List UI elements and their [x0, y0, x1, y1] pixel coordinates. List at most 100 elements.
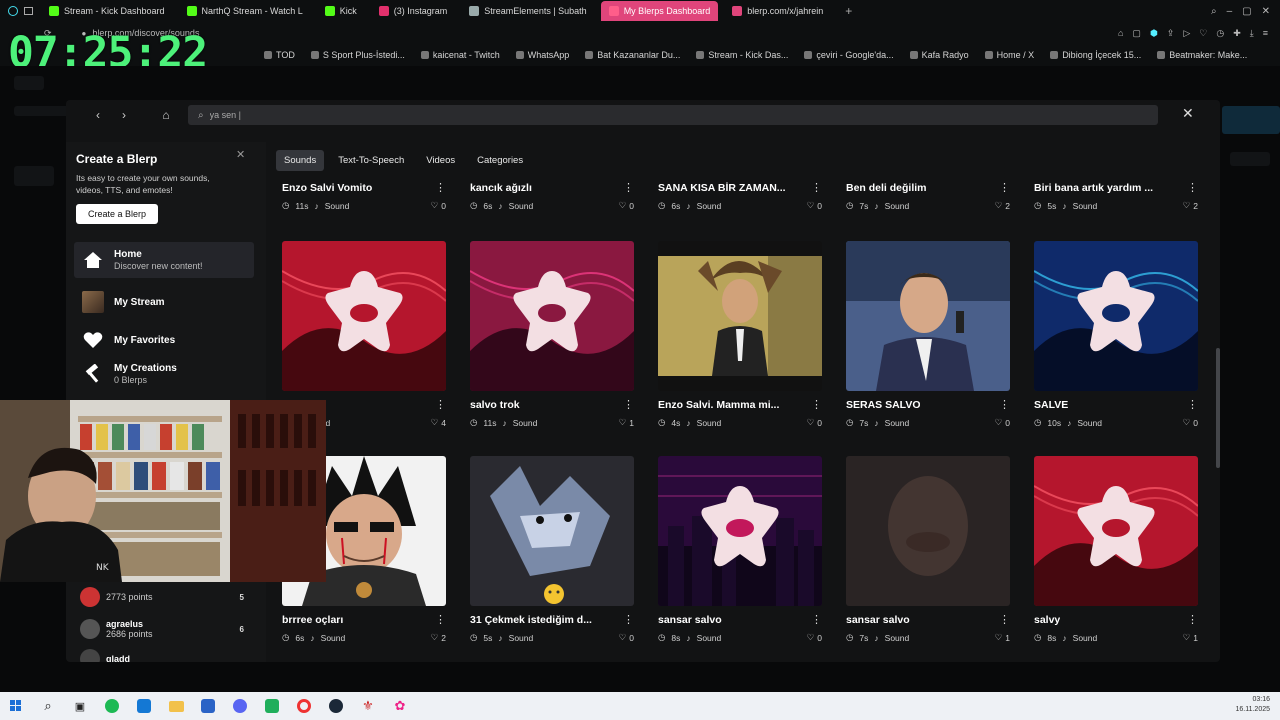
- sound-card[interactable]: Enzo Salvi. Mamma mi... ⋮ ◷ 4s ♪ Sound ♡ 0: [658, 241, 822, 428]
- more-options-icon[interactable]: ⋮: [811, 615, 822, 626]
- share-icon[interactable]: ⇪: [1167, 28, 1175, 39]
- heart-outline-icon[interactable]: ♡: [995, 632, 1003, 643]
- card-title[interactable]: Enzo Salvi. Mamma mi...: [658, 399, 779, 411]
- bookmark-item[interactable]: çeviri - Google'da...: [804, 50, 894, 60]
- minimize-icon[interactable]: –: [1227, 6, 1233, 17]
- leaderboard-row[interactable]: 2773 points 5: [80, 584, 250, 610]
- sound-card[interactable]: 31 Çekmek istediğim d... ⋮ ◷ 5s ♪ Sound ♡…: [470, 456, 634, 643]
- browser-tab[interactable]: Stream - Kick Dashboard: [41, 1, 173, 21]
- bookmark-item[interactable]: Home / X: [984, 50, 1034, 60]
- card-title[interactable]: kancık ağızlı: [470, 182, 532, 194]
- card-title[interactable]: salvo trok: [470, 399, 520, 411]
- close-window-icon[interactable]: ✕: [1262, 6, 1270, 17]
- card-title[interactable]: 31 Çekmek istediğim d...: [470, 614, 592, 626]
- more-options-icon[interactable]: ⋮: [623, 615, 634, 626]
- forward-arrow-icon[interactable]: ›: [116, 107, 132, 123]
- bookmark-item[interactable]: S Sport Plus-İstedi...: [310, 50, 405, 60]
- card-title[interactable]: SALVE: [1034, 399, 1068, 411]
- card-thumbnail[interactable]: [846, 241, 1010, 391]
- bookmark-item[interactable]: WhatsApp: [515, 50, 569, 60]
- close-modal-icon[interactable]: ✕: [1182, 105, 1194, 122]
- card-thumbnail[interactable]: [470, 456, 634, 606]
- tab-sounds[interactable]: Sounds: [276, 150, 325, 171]
- tab-text-to-speech[interactable]: Text-To-Speech: [330, 150, 412, 171]
- more-options-icon[interactable]: ⋮: [811, 400, 822, 411]
- heart-outline-icon[interactable]: ♡: [619, 417, 627, 428]
- steam-icon[interactable]: [325, 695, 347, 717]
- heart-outline-icon[interactable]: ♡: [995, 417, 1003, 428]
- card-title[interactable]: SERAS SALVO: [846, 399, 920, 411]
- more-options-icon[interactable]: ⋮: [623, 183, 634, 194]
- extensions-icon[interactable]: ✚: [1233, 28, 1241, 39]
- sound-card[interactable]: Ben deli değilim ⋮ ◷ 7s ♪ Sound ♡ 2: [846, 174, 1010, 211]
- tab-videos[interactable]: Videos: [418, 150, 463, 171]
- card-title[interactable]: salvy: [1034, 614, 1060, 626]
- dismiss-card-icon[interactable]: ✕: [236, 148, 245, 161]
- shield-icon[interactable]: ⬢: [1150, 28, 1158, 39]
- heart-outline-icon[interactable]: ♡: [807, 200, 815, 211]
- new-tab-button[interactable]: +: [845, 4, 852, 18]
- more-options-icon[interactable]: ⋮: [435, 400, 446, 411]
- more-options-icon[interactable]: ⋮: [999, 615, 1010, 626]
- card-title[interactable]: Ben deli değilim: [846, 182, 927, 194]
- bookmark-item[interactable]: Stream - Kick Das...: [696, 50, 788, 60]
- create-blerp-button[interactable]: Create a Blerp: [76, 204, 159, 224]
- heart-outline-icon[interactable]: ♡: [807, 417, 815, 428]
- heart-outline-icon[interactable]: ♡: [619, 632, 627, 643]
- windows-start-icon[interactable]: [5, 695, 27, 717]
- sound-card[interactable]: SALVE ⋮ ◷ 10s ♪ Sound ♡ 0: [1034, 241, 1198, 428]
- folder-icon[interactable]: [165, 695, 187, 717]
- bookmark-item[interactable]: Dibiong İçecek 15...: [1050, 50, 1141, 60]
- bookmark-item[interactable]: Beatmaker: Make...: [1157, 50, 1247, 60]
- sound-card[interactable]: SERAS SALVO ⋮ ◷ 7s ♪ Sound ♡ 0: [846, 241, 1010, 428]
- bookmark-item[interactable]: Bat Kazananlar Du...: [585, 50, 680, 60]
- back-arrow-icon[interactable]: ‹: [90, 107, 106, 123]
- extension-icon[interactable]: ⌂: [1118, 28, 1123, 39]
- history-icon[interactable]: ◷: [1216, 28, 1224, 39]
- maximize-icon[interactable]: ▢: [1242, 6, 1251, 17]
- card-title[interactable]: Biri bana artık yardım ...: [1034, 182, 1153, 194]
- sound-card[interactable]: SANA KISA BİR ZAMAN... ⋮ ◷ 6s ♪ Sound ♡ 0: [658, 174, 822, 211]
- heart-outline-icon[interactable]: ♡: [1183, 200, 1191, 211]
- heart-outline-icon[interactable]: ♡: [431, 200, 439, 211]
- card-thumbnail[interactable]: [658, 241, 822, 391]
- heart-outline-icon[interactable]: ♡: [807, 632, 815, 643]
- browser-tab[interactable]: blerp.com/x/jahrein: [724, 1, 831, 21]
- sound-card[interactable]: kancık ağızlı ⋮ ◷ 6s ♪ Sound ♡ 0: [470, 174, 634, 211]
- card-thumbnail[interactable]: [470, 241, 634, 391]
- menu-icon[interactable]: ≡: [1263, 28, 1268, 39]
- app-pink-icon[interactable]: ✿: [389, 695, 411, 717]
- more-options-icon[interactable]: ⋮: [435, 183, 446, 194]
- heart-icon[interactable]: ♡: [1199, 28, 1207, 39]
- browser-tab[interactable]: NarthQ Stream - Watch L: [179, 1, 311, 21]
- browser-tab[interactable]: My Blerps Dashboard: [600, 1, 719, 21]
- sound-card[interactable]: Enzo Salvi Vomito ⋮ ◷ 11s ♪ Sound ♡ 0: [282, 174, 446, 211]
- app-red-icon[interactable]: ⚜: [357, 695, 379, 717]
- bookmark-item[interactable]: TOD: [264, 50, 295, 60]
- card-thumbnail[interactable]: [282, 241, 446, 391]
- sound-card[interactable]: sansar salvo ⋮ ◷ 7s ♪ Sound ♡ 1: [846, 456, 1010, 643]
- sound-card[interactable]: salvy ⋮ ◷ 8s ♪ Sound ♡ 1: [1034, 456, 1198, 643]
- bookmark-item[interactable]: kaicenat - Twitch: [420, 50, 500, 60]
- heart-outline-icon[interactable]: ♡: [619, 200, 627, 211]
- heart-outline-icon[interactable]: ♡: [1183, 417, 1191, 428]
- sidebar-item-my-stream[interactable]: My Stream: [74, 284, 254, 320]
- more-options-icon[interactable]: ⋮: [999, 183, 1010, 194]
- card-thumbnail[interactable]: [1034, 241, 1198, 391]
- sound-card[interactable]: salvo trok ⋮ ◷ 11s ♪ Sound ♡ 1: [470, 241, 634, 428]
- opera-icon[interactable]: [293, 695, 315, 717]
- app-blue-icon[interactable]: [197, 695, 219, 717]
- screenshot-icon[interactable]: ▢: [1132, 28, 1141, 39]
- download-icon[interactable]: ⤓: [1250, 28, 1254, 39]
- outlook-icon[interactable]: [133, 695, 155, 717]
- kick-app-icon[interactable]: [261, 695, 283, 717]
- more-options-icon[interactable]: ⋮: [623, 400, 634, 411]
- card-title[interactable]: brrree oçları: [282, 614, 343, 626]
- more-options-icon[interactable]: ⋮: [1187, 183, 1198, 194]
- heart-outline-icon[interactable]: ♡: [431, 417, 439, 428]
- sidebar-toggle-icon[interactable]: [24, 7, 33, 15]
- card-title[interactable]: sansar salvo: [846, 614, 910, 626]
- task-view-icon[interactable]: ▣: [69, 695, 91, 717]
- more-options-icon[interactable]: ⋮: [1187, 400, 1198, 411]
- spotify-icon[interactable]: [101, 695, 123, 717]
